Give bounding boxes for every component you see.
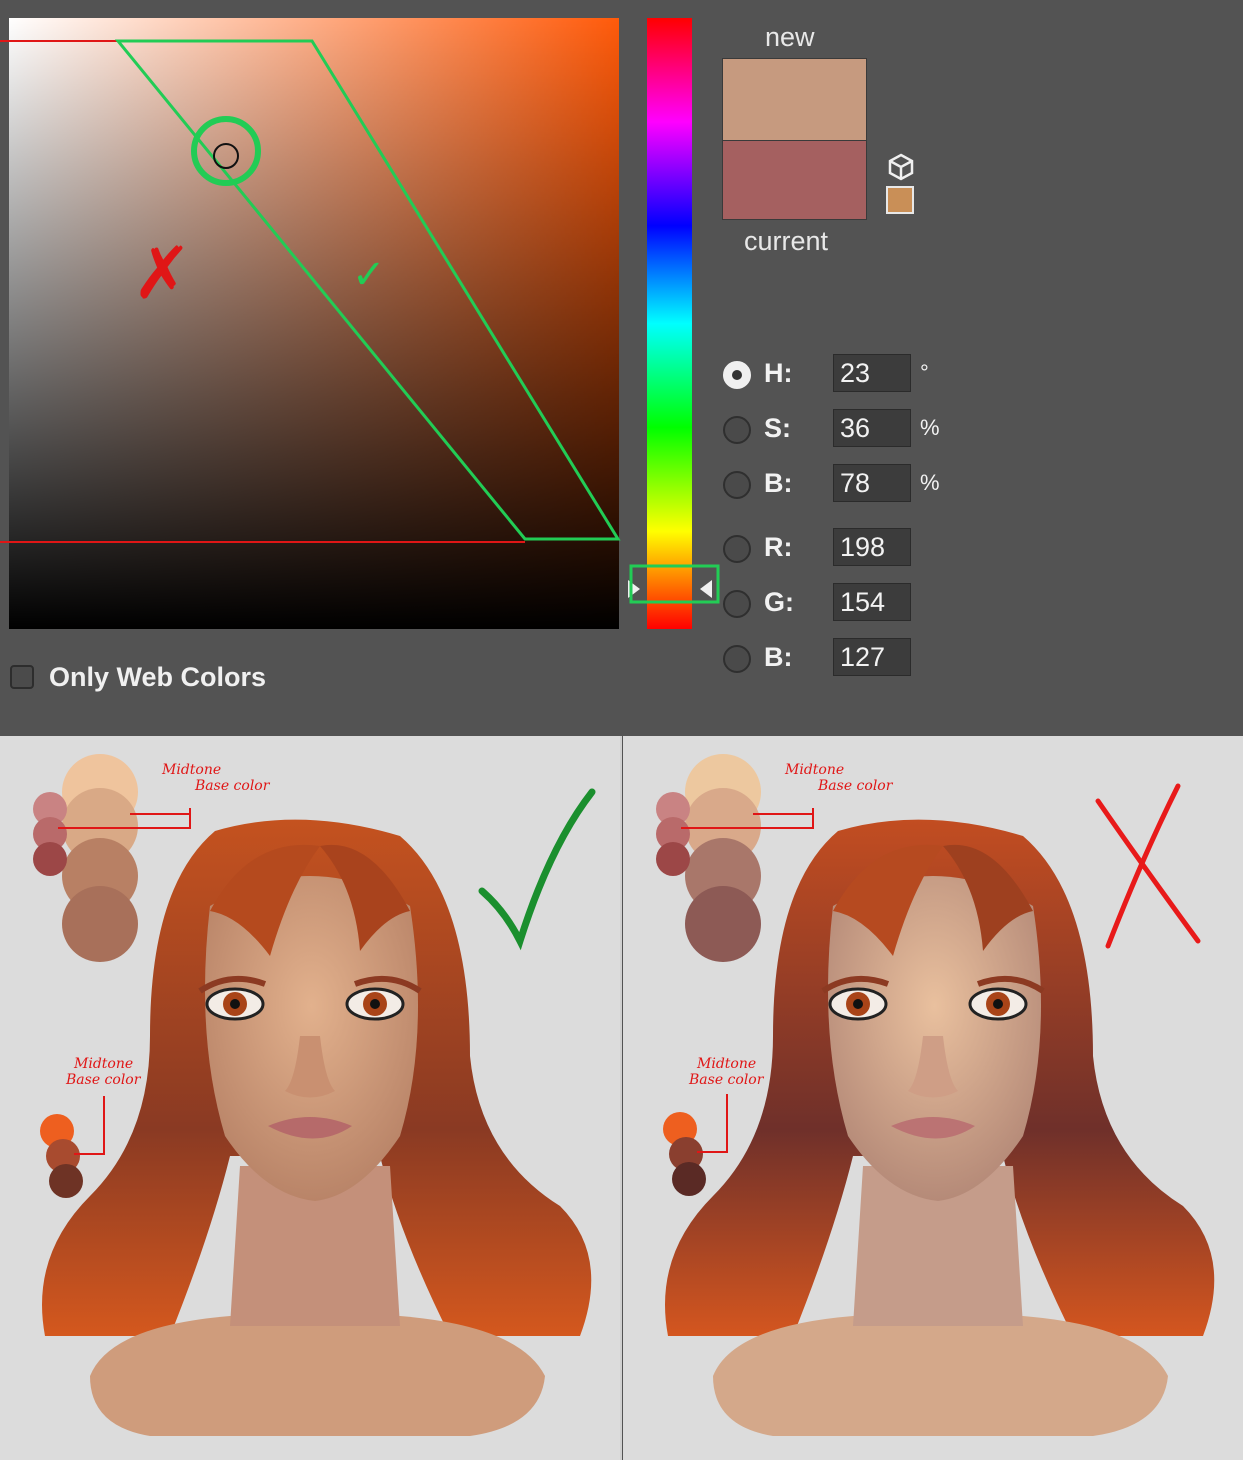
blue-radio[interactable]: [723, 645, 751, 673]
saturation-label: S:: [764, 413, 791, 443]
hue-input[interactable]: 23: [833, 354, 911, 392]
hue-unit: °: [920, 360, 929, 385]
brightness-radio[interactable]: [723, 471, 751, 499]
hue-slider[interactable]: [647, 18, 692, 629]
new-color-swatch: [722, 58, 867, 142]
gamut-cube-icon[interactable]: [886, 152, 916, 182]
shoulders: [713, 1316, 1168, 1436]
only-web-colors-checkbox[interactable]: [10, 665, 34, 689]
portrait-correct: [33, 754, 596, 1436]
current-color-swatch[interactable]: [722, 140, 867, 220]
example-correct-panel: Midtone Base color Midtone Base color: [0, 736, 622, 1460]
skin-midtone-label: Midtone: [162, 762, 222, 778]
red-input[interactable]: 198: [833, 528, 911, 566]
hue-label: H:: [764, 358, 793, 388]
check-mark-icon: [478, 788, 596, 951]
saturation-input[interactable]: 36: [833, 409, 911, 447]
example-wrong-panel: Midtone Base color Midtone Base color: [623, 736, 1243, 1460]
skin-base-color-label: Base color: [818, 778, 893, 794]
hue-radio[interactable]: [723, 361, 751, 389]
brightness-input[interactable]: 78: [833, 464, 911, 502]
portrait-wrong: [656, 754, 1215, 1436]
color-picker-panel: ✗ ✓ new current H: 23 ° S: 36 % B: 78 % …: [0, 0, 1243, 733]
skin-midtone-label: Midtone: [785, 762, 845, 778]
only-web-colors-label: Only Web Colors: [49, 662, 267, 692]
hue-slider-right-handle[interactable]: [700, 580, 712, 598]
web-safe-color-swatch[interactable]: [886, 186, 914, 214]
hue-slider-left-handle[interactable]: [628, 580, 640, 598]
red-radio[interactable]: [723, 535, 751, 563]
hair-base-color-label: Base color: [689, 1072, 764, 1088]
saturation-radio[interactable]: [723, 416, 751, 444]
green-radio[interactable]: [723, 590, 751, 618]
cross-mark-icon: [1095, 798, 1201, 944]
shoulders: [90, 1316, 545, 1436]
green-label: G:: [764, 587, 794, 617]
blue-input[interactable]: 127: [833, 638, 911, 676]
brightness-label: B:: [764, 468, 793, 498]
blue-label: B:: [764, 642, 793, 672]
saturation-unit: %: [920, 415, 940, 440]
red-label: R:: [764, 532, 793, 562]
current-color-label: current: [744, 226, 829, 256]
skin-base-color-label: Base color: [195, 778, 270, 794]
hair-midtone-label: Midtone: [697, 1056, 757, 1072]
hair-base-color-label: Base color: [66, 1072, 141, 1088]
new-color-label: new: [765, 22, 815, 52]
green-input[interactable]: 154: [833, 583, 911, 621]
hair-midtone-label: Midtone: [74, 1056, 134, 1072]
saturation-brightness-field[interactable]: [9, 18, 619, 629]
brightness-unit: %: [920, 470, 940, 495]
